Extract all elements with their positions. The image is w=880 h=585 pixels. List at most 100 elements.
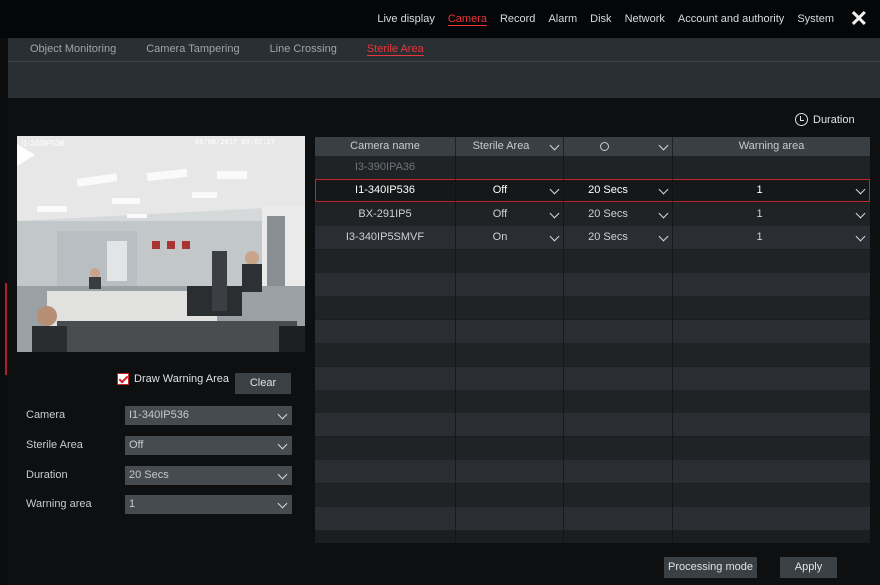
warning-area-select[interactable]: 1 <box>125 495 292 514</box>
cell-camera-name: BX-291IP5 <box>358 207 412 220</box>
chevron-down-icon <box>658 231 669 242</box>
tab-camera-tampering[interactable]: Camera Tampering <box>146 43 239 55</box>
sterile-area-select[interactable]: Off <box>125 436 292 455</box>
cell-camera-name: I3-340IP5SMVF <box>345 231 425 244</box>
chevron-down-icon <box>549 208 560 219</box>
column-divider <box>672 137 673 543</box>
close-icon[interactable]: ✕ <box>850 6 868 32</box>
cell-sterile-area[interactable]: Off <box>456 203 544 226</box>
main-nav: Live display Camera Record Alarm Disk Ne… <box>377 13 834 25</box>
warning-area-label: Warning area <box>26 498 92 510</box>
chevron-down-icon <box>549 184 560 195</box>
cell-sterile-area[interactable]: On <box>456 226 544 249</box>
table-row[interactable] <box>315 436 870 460</box>
header-warning-area: Warning area <box>738 140 805 152</box>
nav-system[interactable]: System <box>797 13 834 25</box>
header-duration <box>564 137 644 156</box>
chevron-down-icon <box>658 184 669 195</box>
tab-object-monitoring[interactable]: Object Monitoring <box>30 43 116 55</box>
top-bar: Live display Camera Record Alarm Disk Ne… <box>0 0 880 38</box>
header-camera-name: Camera name <box>350 140 420 152</box>
chevron-down-icon <box>549 231 560 242</box>
preview-timestamp: 08/08/2017 09:02:27 <box>194 138 275 146</box>
duration-link-label: Duration <box>813 113 855 126</box>
chevron-down-icon <box>277 498 288 509</box>
column-divider <box>455 137 456 543</box>
table-row[interactable]: I1-340IP536 Off 20 Secs 1 <box>315 179 870 203</box>
table-header: Camera name Sterile Area Warning area <box>315 137 870 156</box>
duration-select-value: 20 Secs <box>129 469 169 481</box>
nav-network[interactable]: Network <box>625 13 665 25</box>
clear-button[interactable]: Clear <box>235 373 291 394</box>
cell-duration[interactable]: 20 Secs <box>564 179 652 202</box>
camera-table: Camera name Sterile Area Warning area I3… <box>315 137 870 543</box>
table-row[interactable] <box>315 319 870 343</box>
side-accent <box>5 283 7 375</box>
table-row[interactable]: I3-340IP5SMVF On 20 Secs 1 <box>315 226 870 250</box>
table-row[interactable]: I3-390IPA36 <box>315 156 870 179</box>
preview-camera-name: I1-340IP536 <box>21 139 65 148</box>
chevron-down-icon <box>277 439 288 450</box>
header-sterile-area-dropdown[interactable] <box>546 137 563 156</box>
header-duration-dropdown[interactable] <box>655 137 672 156</box>
nav-disk[interactable]: Disk <box>590 13 611 25</box>
cell-duration[interactable]: 20 Secs <box>564 203 652 226</box>
sub-tab-bar: Object Monitoring Camera Tampering Line … <box>8 38 880 98</box>
cell-camera-name: I1-340IP536 <box>355 184 415 197</box>
processing-mode-button[interactable]: Processing mode <box>664 557 757 578</box>
chevron-down-icon <box>855 231 866 242</box>
table-row[interactable] <box>315 366 870 390</box>
tab-line-crossing[interactable]: Line Crossing <box>270 43 337 55</box>
table-row[interactable] <box>315 507 870 530</box>
nav-alarm[interactable]: Alarm <box>548 13 577 25</box>
draw-warning-area-label: Draw Warning Area <box>134 373 229 385</box>
table-row[interactable]: BX-291IP5 Off 20 Secs 1 <box>315 202 870 226</box>
chevron-down-icon <box>658 140 669 151</box>
tab-sterile-area[interactable]: Sterile Area <box>367 43 424 55</box>
chevron-down-icon <box>549 140 560 151</box>
nav-live-display[interactable]: Live display <box>377 13 434 25</box>
draw-warning-area-toggle[interactable]: Draw Warning Area <box>117 373 229 385</box>
sterile-area-select-value: Off <box>129 439 144 451</box>
duration-label: Duration <box>26 469 68 481</box>
cell-warning-area[interactable]: 1 <box>673 203 846 226</box>
cell-sterile-area[interactable] <box>456 156 544 179</box>
chevron-down-icon <box>855 208 866 219</box>
table-row[interactable] <box>315 413 870 437</box>
nav-record[interactable]: Record <box>500 13 535 25</box>
table-row[interactable] <box>315 390 870 413</box>
camera-label: Camera <box>26 409 66 421</box>
header-sterile-area: Sterile Area <box>472 140 530 152</box>
nav-camera[interactable]: Camera <box>448 13 487 25</box>
warning-area-select-value: 1 <box>129 498 136 510</box>
table-row[interactable] <box>315 343 870 367</box>
draw-warning-area-checkbox[interactable] <box>117 373 129 385</box>
cell-warning-area[interactable]: 1 <box>673 226 846 249</box>
cell-warning-area[interactable] <box>673 156 846 179</box>
table-row[interactable] <box>315 460 870 484</box>
clock-icon <box>599 142 609 151</box>
chevron-down-icon <box>277 469 288 480</box>
cell-duration[interactable] <box>564 156 652 179</box>
camera-select[interactable]: I1-340IP536 <box>125 406 292 425</box>
cell-camera-name: I3-390IPA36 <box>354 161 416 173</box>
duration-select[interactable]: 20 Secs <box>125 466 292 485</box>
nav-account-authority[interactable]: Account and authority <box>678 13 784 25</box>
table-row[interactable] <box>315 296 870 320</box>
chevron-down-icon <box>277 409 288 420</box>
table-row[interactable] <box>315 249 870 273</box>
cell-warning-area[interactable]: 1 <box>673 179 846 202</box>
cell-sterile-area[interactable]: Off <box>456 179 544 202</box>
sterile-area-label: Sterile Area <box>26 439 83 451</box>
clock-icon <box>795 113 808 126</box>
duration-link[interactable]: Duration <box>795 113 855 126</box>
tab-divider <box>8 61 880 62</box>
table-row[interactable] <box>315 483 870 507</box>
apply-button[interactable]: Apply <box>780 557 837 578</box>
camera-preview[interactable]: I1-340IP536 08/08/2017 09:02:27 <box>17 136 305 352</box>
table-row[interactable] <box>315 273 870 296</box>
cell-duration[interactable]: 20 Secs <box>564 226 652 249</box>
chevron-down-icon <box>855 184 866 195</box>
camera-select-value: I1-340IP536 <box>129 409 189 421</box>
column-divider <box>563 137 564 543</box>
